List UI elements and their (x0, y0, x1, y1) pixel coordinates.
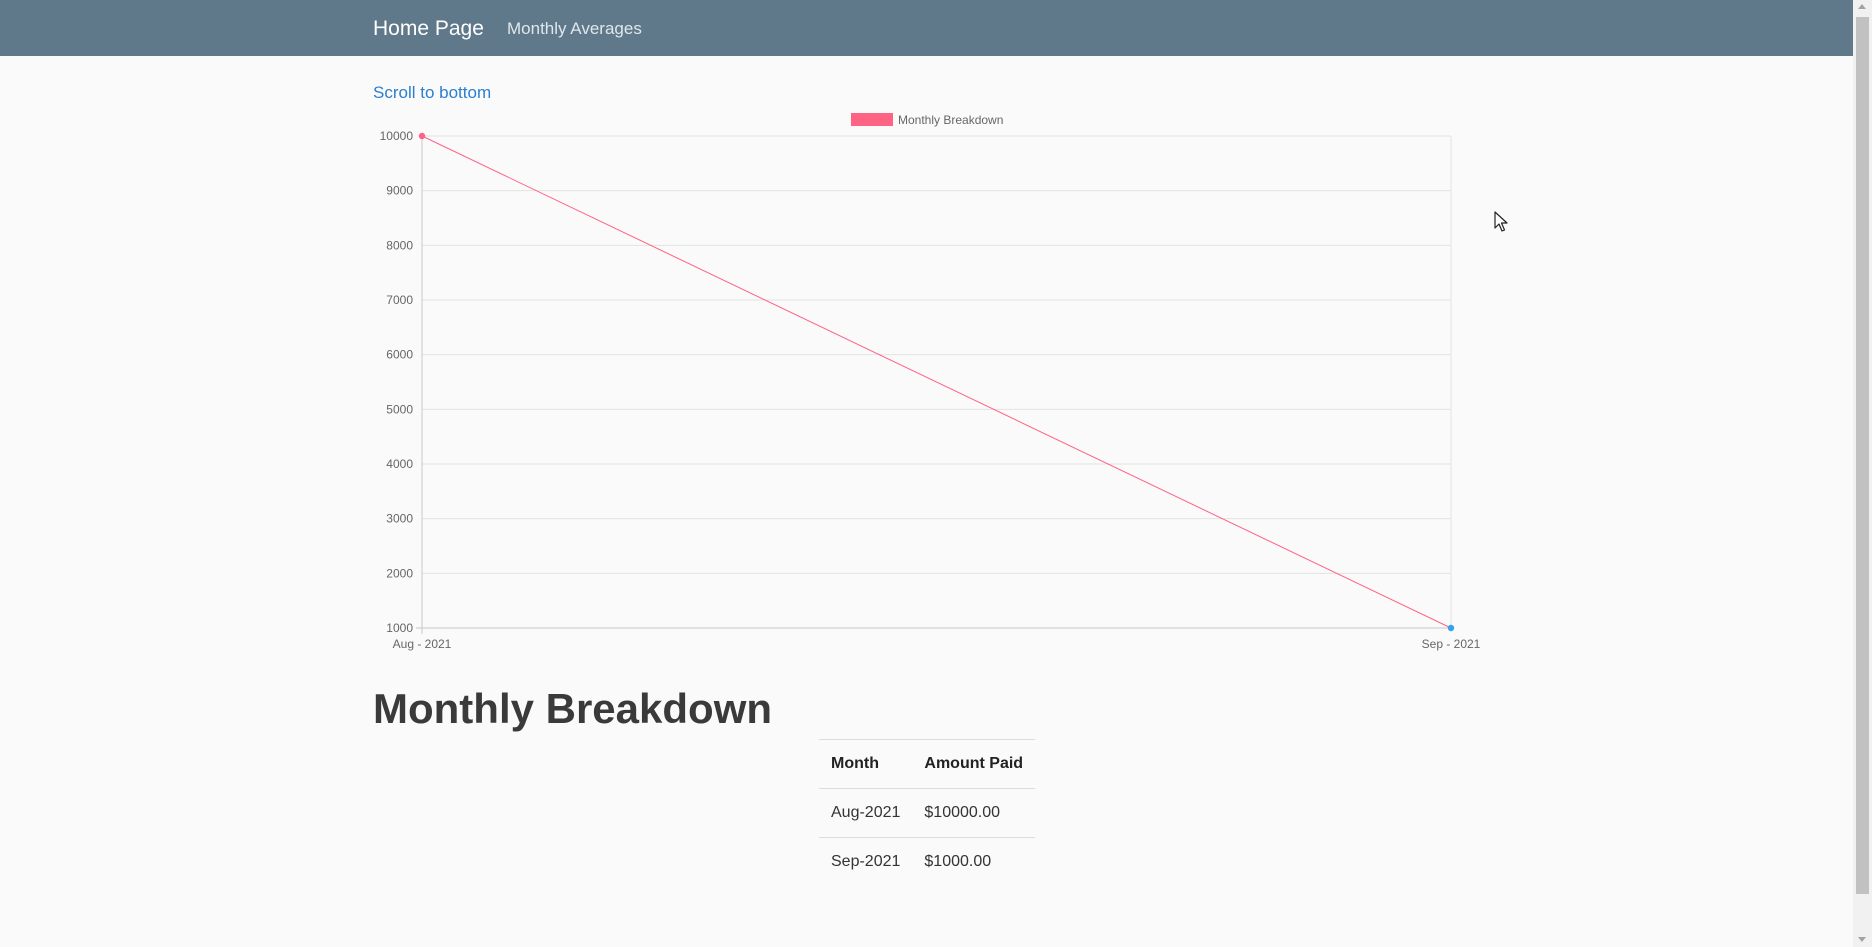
data-point (1447, 624, 1455, 632)
y-tick-label: 4000 (386, 457, 413, 471)
data-point (418, 132, 426, 140)
legend-label: Monthly Breakdown (898, 113, 1003, 127)
chart-axes (416, 136, 1451, 634)
cell-month: Sep-2021 (819, 837, 913, 886)
y-tick-label: 1000 (386, 621, 413, 635)
scroll-up-arrow-icon[interactable] (1858, 4, 1866, 9)
y-tick-label: 6000 (386, 348, 413, 362)
series-line (421, 135, 1452, 629)
y-tick-label: 5000 (386, 402, 413, 416)
monthly-breakdown-heading: Monthly Breakdown (373, 685, 773, 732)
x-tick-label: Sep - 2021 (1422, 637, 1481, 651)
monthly-breakdown-table: Month Amount Paid Aug-2021 $10000.00 Sep… (819, 739, 1036, 886)
y-tick-label: 3000 (386, 512, 413, 526)
column-header-month: Month (819, 739, 913, 789)
monthly-breakdown-chart: 10000 9000 8000 7000 6000 5000 4000 3000 2000 100… (380, 113, 1481, 651)
legend-swatch (851, 113, 893, 126)
chart-tick-labels: 10000 9000 8000 7000 6000 5000 4000 3000 2000 100… (380, 129, 1481, 651)
y-tick-label: 8000 (386, 238, 413, 252)
y-tick-label: 2000 (386, 566, 413, 580)
table-header-row: Month Amount Paid (819, 739, 1036, 789)
cell-month: Aug-2021 (819, 788, 913, 838)
vertical-scrollbar[interactable] (1853, 0, 1872, 947)
y-tick-label: 7000 (386, 293, 413, 307)
table-row: Aug-2021 $10000.00 (819, 788, 1036, 838)
chart-series (418, 132, 1455, 632)
table-row: Sep-2021 $1000.00 (819, 837, 1036, 886)
scroll-down-arrow-icon[interactable] (1858, 937, 1866, 942)
scrollbar-thumb[interactable] (1856, 17, 1869, 894)
cell-amount-paid: $1000.00 (912, 837, 1036, 886)
y-tick-label: 9000 (386, 184, 413, 198)
chart-legend[interactable]: Monthly Breakdown (851, 113, 1003, 127)
y-tick-label: 10000 (380, 129, 414, 143)
x-tick-label: Aug - 2021 (393, 637, 452, 651)
column-header-amount-paid: Amount Paid (912, 739, 1036, 789)
cell-amount-paid: $10000.00 (912, 788, 1036, 838)
mouse-pointer-icon (1494, 211, 1508, 232)
